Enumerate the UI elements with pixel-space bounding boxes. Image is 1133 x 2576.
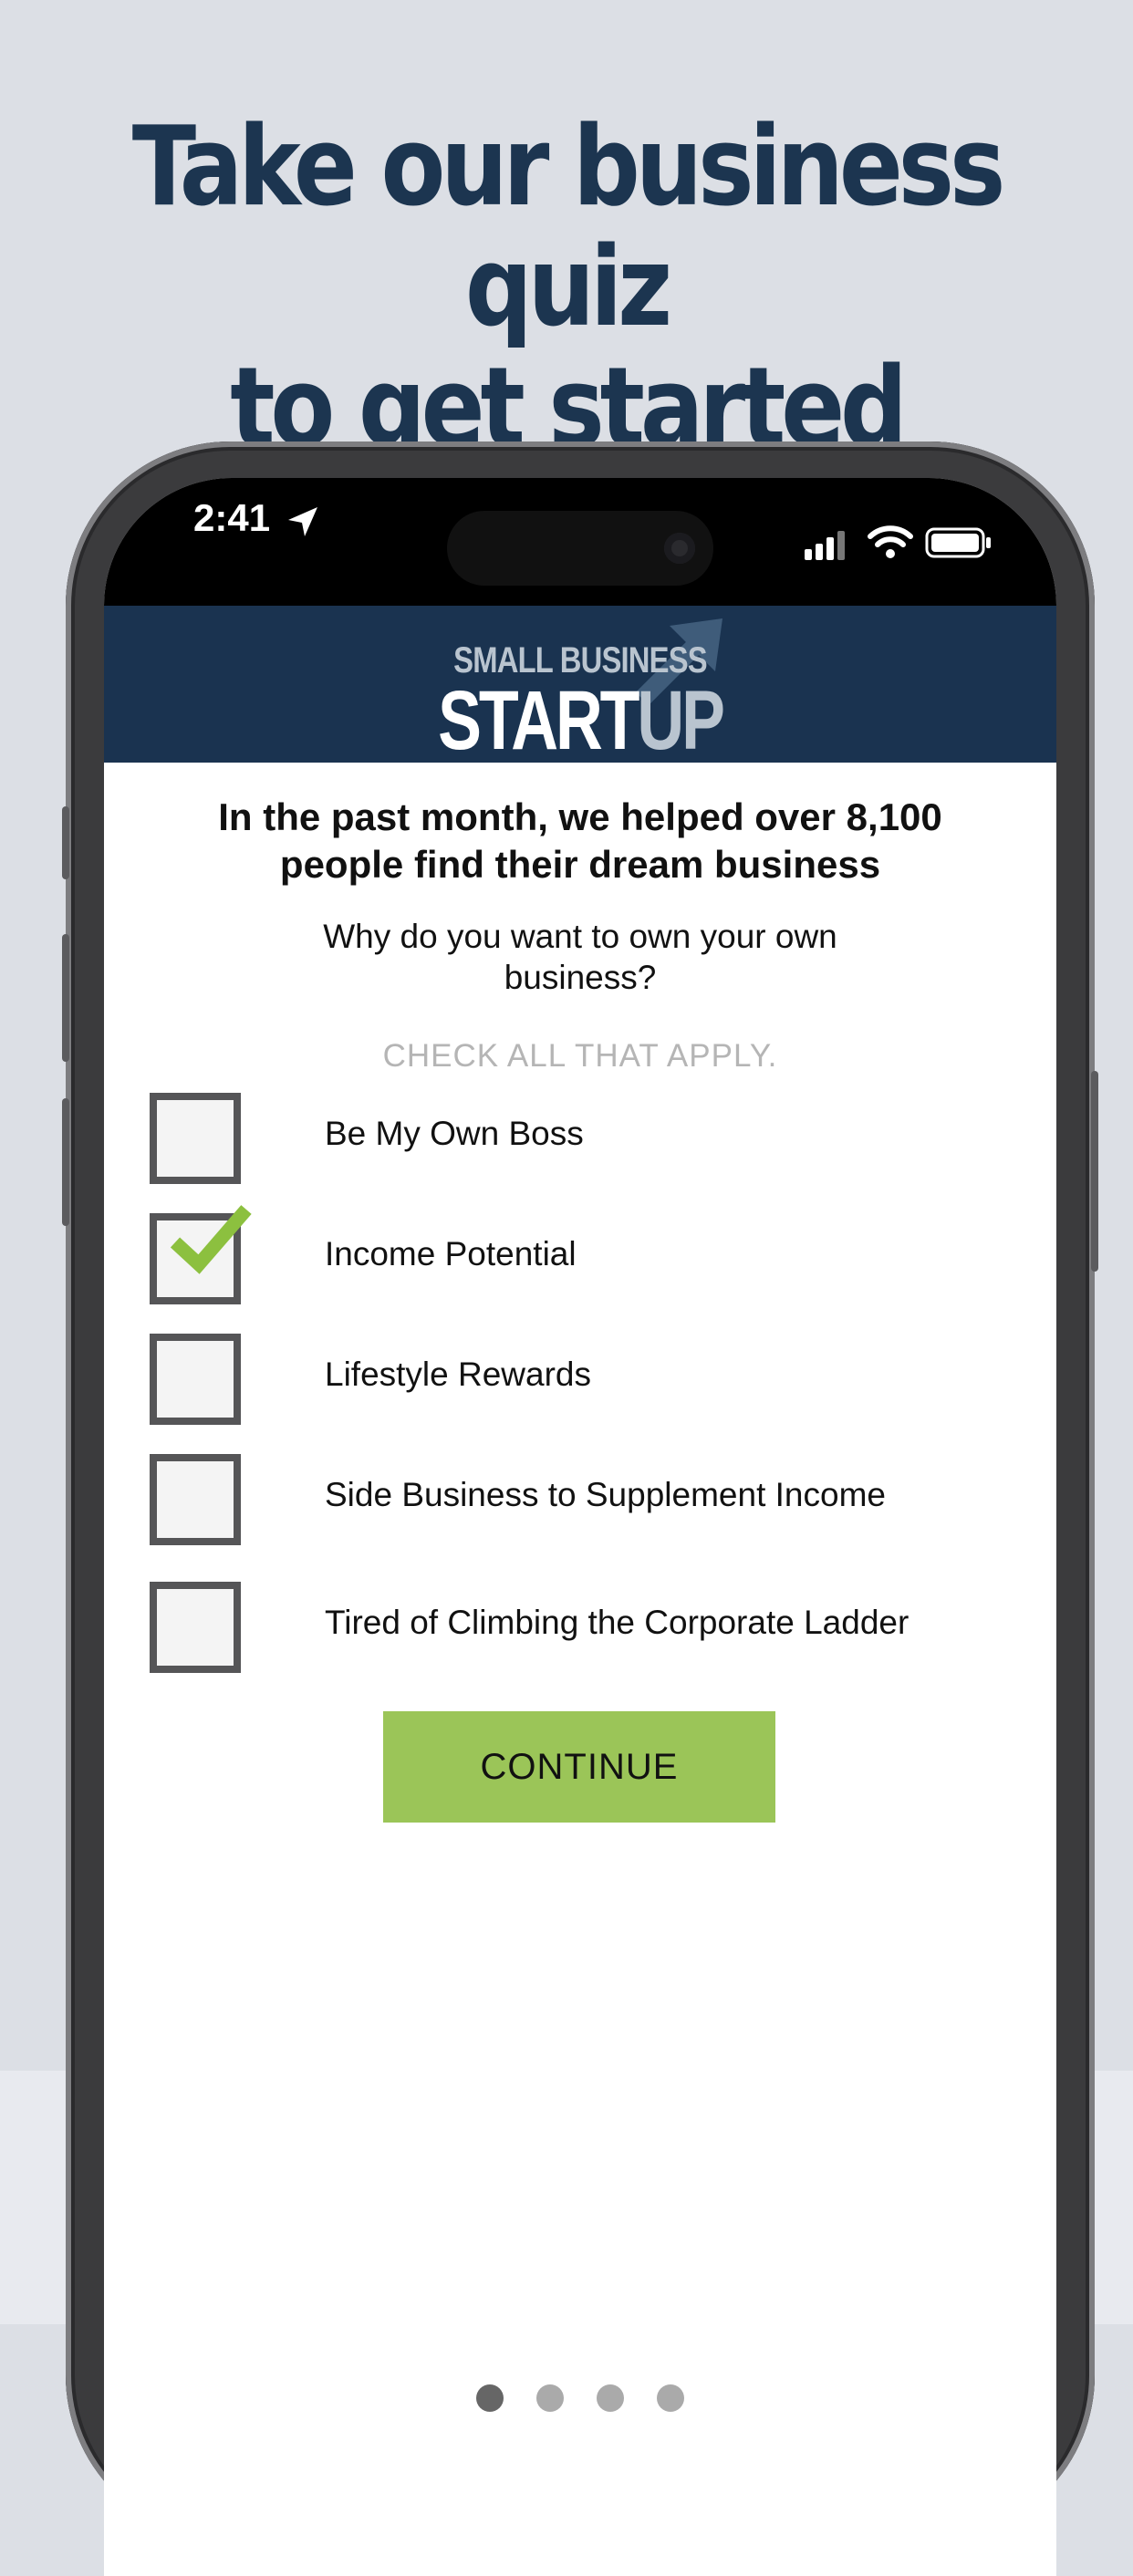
- phone-screen: 2:41 SMALL BUSINESS STARTUP In the past …: [104, 478, 1056, 2576]
- front-camera: [664, 533, 695, 564]
- checkbox-unchecked[interactable]: [150, 1334, 241, 1425]
- checkbox-unchecked[interactable]: [150, 1582, 241, 1673]
- brand-logo-text: STARTUP: [209, 679, 951, 763]
- quiz-heading: In the past month, we helped over 8,100 …: [218, 795, 942, 886]
- wifi-icon: [868, 525, 913, 558]
- side-button: [62, 806, 69, 879]
- dynamic-island: [447, 511, 713, 586]
- status-time: 2:41: [193, 496, 271, 539]
- location-arrow-icon: [288, 507, 317, 536]
- option-income-potential[interactable]: Income Potential: [150, 1205, 1007, 1308]
- page-indicator: [104, 2384, 1056, 2416]
- page-dot-4[interactable]: [657, 2384, 684, 2412]
- checkbox-unchecked[interactable]: [150, 1454, 241, 1545]
- status-bar: 2:41: [104, 478, 1056, 606]
- option-label: Tired of Climbing the Corporate Ladder: [325, 1604, 910, 1641]
- page-dot-3[interactable]: [597, 2384, 624, 2412]
- option-corporate-ladder[interactable]: Tired of Climbing the Corporate Ladder: [150, 1582, 1007, 1677]
- option-be-my-own-boss[interactable]: Be My Own Boss: [150, 1093, 1007, 1188]
- option-lifestyle-rewards[interactable]: Lifestyle Rewards: [150, 1334, 1007, 1428]
- checkmark-icon: [170, 1205, 252, 1274]
- volume-up-button: [62, 934, 69, 1062]
- volume-down-button: [62, 1098, 69, 1226]
- battery-icon: [925, 527, 991, 558]
- option-label: Be My Own Boss: [325, 1115, 584, 1152]
- continue-button[interactable]: CONTINUE: [383, 1711, 775, 1823]
- brand-header: SMALL BUSINESS STARTUP: [104, 606, 1056, 763]
- page-dot-1[interactable]: [476, 2384, 504, 2412]
- option-side-business[interactable]: Side Business to Supplement Income: [150, 1454, 1007, 1549]
- page-dot-2[interactable]: [536, 2384, 564, 2412]
- checkbox-unchecked[interactable]: [150, 1093, 241, 1184]
- quiz-question: Why do you want to own your own business…: [323, 918, 837, 996]
- option-label: Side Business to Supplement Income: [325, 1476, 886, 1513]
- option-label: Lifestyle Rewards: [325, 1356, 592, 1393]
- option-label: Income Potential: [325, 1235, 577, 1272]
- cellular-signal-icon: [805, 531, 845, 560]
- brand-start-text: START: [438, 674, 639, 767]
- promo-headline: Take our business quiz to get started: [79, 108, 1054, 469]
- headline-line-1: Take our business quiz: [131, 104, 1006, 351]
- brand-up-text: UP: [637, 674, 725, 767]
- phone-frame: 2:41 SMALL BUSINESS STARTUP In the past …: [62, 441, 1098, 2576]
- quiz-hint: CHECK ALL THAT APPLY.: [382, 1038, 778, 1074]
- power-button: [1091, 1071, 1098, 1272]
